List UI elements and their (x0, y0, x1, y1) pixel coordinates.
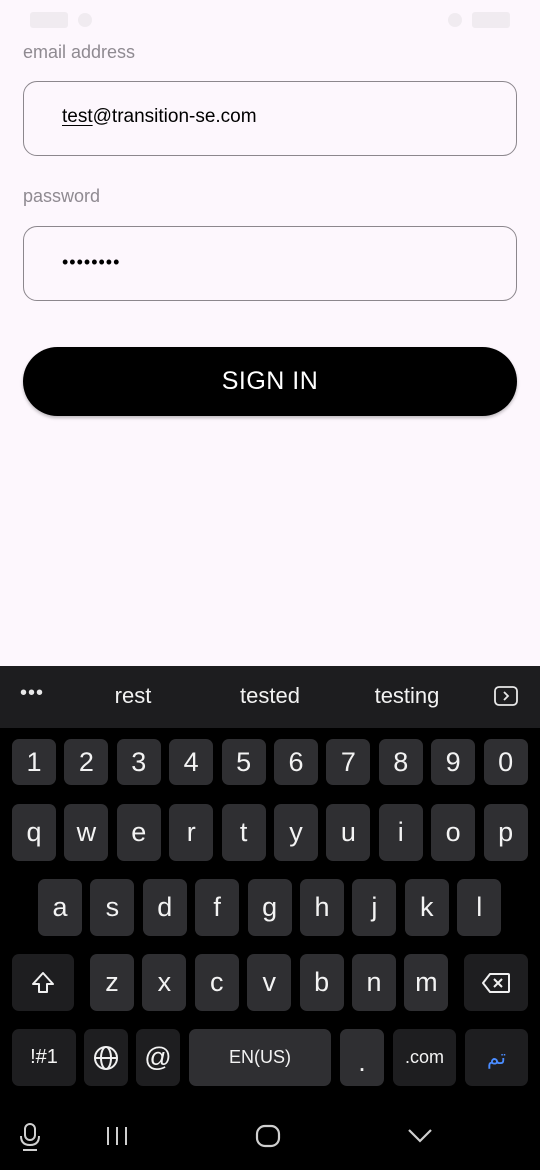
suggestion-3[interactable]: testing (347, 683, 467, 709)
sign-in-button[interactable]: SIGN IN (23, 347, 517, 416)
key-d[interactable]: d (142, 879, 187, 936)
space-key[interactable]: EN(US) (189, 1029, 331, 1086)
key-k[interactable]: k (404, 879, 449, 936)
at-key[interactable]: @ (136, 1029, 180, 1086)
dotcom-key[interactable]: .com (393, 1029, 456, 1086)
key-r[interactable]: r (169, 804, 214, 861)
key-0[interactable]: 0 (483, 739, 528, 785)
key-4[interactable]: 4 (169, 739, 214, 785)
shift-icon (32, 971, 54, 993)
key-5[interactable]: 5 (221, 739, 266, 785)
key-x[interactable]: x (142, 954, 187, 1011)
key-z[interactable]: z (90, 954, 134, 1011)
email-value: test@transition-se.com (62, 106, 257, 128)
key-6[interactable]: 6 (274, 739, 318, 785)
suggestion-bar: ••• rest tested testing (0, 666, 540, 728)
globe-key[interactable] (84, 1029, 128, 1086)
email-composing-text: test (62, 106, 93, 127)
key-9[interactable]: 9 (431, 739, 476, 785)
key-3[interactable]: 3 (116, 739, 161, 785)
period-key[interactable]: . (340, 1029, 384, 1086)
status-icons-left (30, 12, 68, 28)
backspace-key[interactable] (464, 954, 528, 1011)
key-f[interactable]: f (195, 879, 240, 936)
symbols-key[interactable]: !#1 (12, 1029, 76, 1086)
suggestion-1[interactable]: rest (73, 683, 193, 709)
status-dot-icon (448, 13, 462, 27)
globe-icon (94, 1045, 118, 1070)
key-o[interactable]: o (431, 804, 476, 861)
key-g[interactable]: g (247, 879, 292, 936)
expand-toolbar-icon[interactable] (494, 686, 518, 706)
key-e[interactable]: e (116, 804, 161, 861)
email-rest-text: @transition-se.com (92, 106, 257, 127)
password-field[interactable]: •••••••• (23, 226, 517, 301)
key-t[interactable]: t (221, 804, 266, 861)
key-h[interactable]: h (300, 879, 344, 936)
recents-icon[interactable] (105, 1125, 129, 1147)
password-label: password (23, 186, 101, 206)
suggestion-2[interactable]: tested (210, 683, 330, 709)
done-key[interactable]: تم (465, 1029, 528, 1086)
status-bar (0, 0, 540, 40)
more-options-button[interactable]: ••• (20, 682, 44, 705)
key-8[interactable]: 8 (378, 739, 423, 785)
key-a[interactable]: a (38, 879, 82, 936)
key-i[interactable]: i (378, 804, 423, 861)
key-l[interactable]: l (457, 879, 502, 936)
key-j[interactable]: j (352, 879, 397, 936)
key-w[interactable]: w (64, 804, 109, 861)
key-1[interactable]: 1 (12, 739, 56, 785)
key-c[interactable]: c (194, 954, 239, 1011)
mic-icon[interactable] (19, 1122, 41, 1152)
navigation-bar (0, 1100, 540, 1170)
password-value: •••••••• (62, 252, 121, 272)
key-p[interactable]: p (483, 804, 528, 861)
key-y[interactable]: y (274, 804, 318, 861)
shift-key[interactable] (12, 954, 74, 1011)
key-n[interactable]: n (352, 954, 396, 1011)
key-v[interactable]: v (247, 954, 292, 1011)
key-b[interactable]: b (299, 954, 344, 1011)
backspace-icon (482, 972, 510, 993)
email-label: email address (23, 42, 136, 62)
key-q[interactable]: q (12, 804, 56, 861)
key-7[interactable]: 7 (326, 739, 371, 785)
key-u[interactable]: u (326, 804, 371, 861)
key-s[interactable]: s (90, 879, 135, 936)
battery-icon (472, 12, 510, 28)
back-chevron-icon[interactable] (407, 1128, 433, 1144)
email-field[interactable]: test@transition-se.com (23, 81, 517, 156)
key-2[interactable]: 2 (64, 739, 109, 785)
keyboard: ••• rest tested testing 1234567890 qwerty… (0, 666, 540, 1170)
home-icon[interactable] (255, 1124, 281, 1148)
status-dot-icon (78, 13, 92, 27)
key-m[interactable]: m (404, 954, 449, 1011)
